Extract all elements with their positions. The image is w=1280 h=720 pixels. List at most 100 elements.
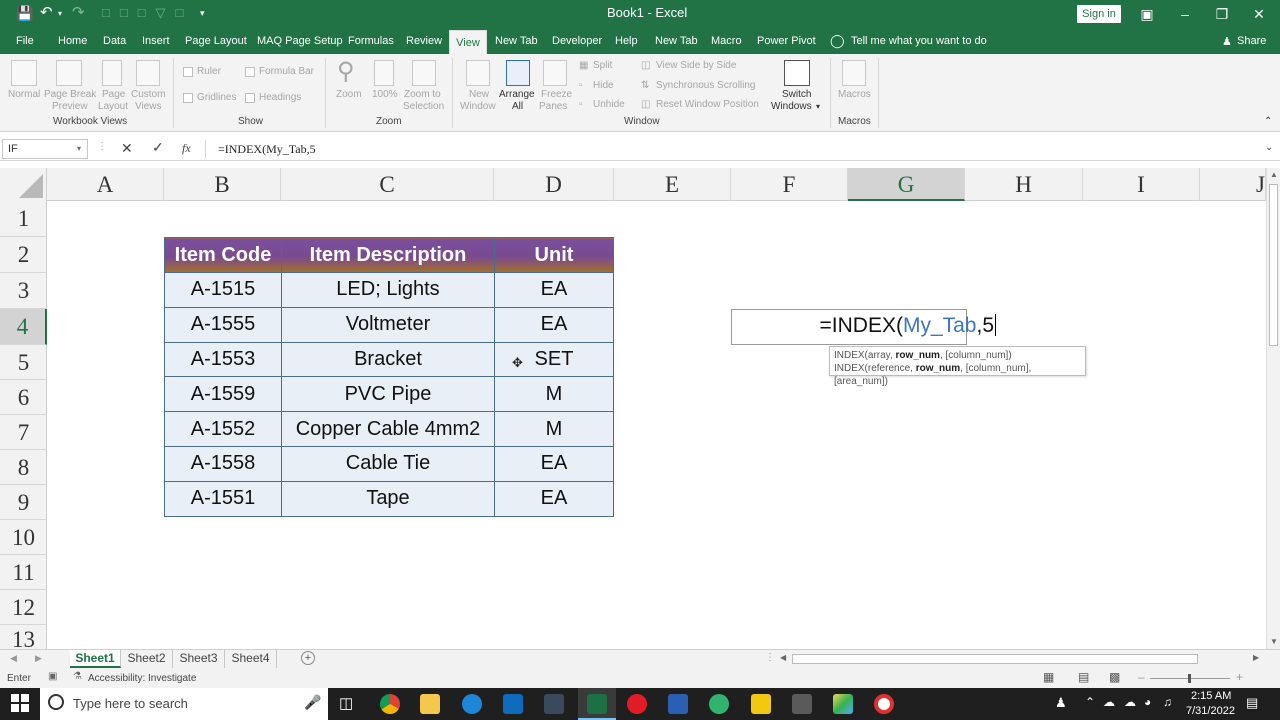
sheet-tab-1[interactable]: Sheet1 xyxy=(70,650,121,668)
page-break-view-icon[interactable]: ▩ xyxy=(1109,670,1120,684)
unit-cell[interactable]: EA xyxy=(494,480,614,517)
item-description-cell[interactable]: PVC Pipe xyxy=(281,376,495,413)
row-header[interactable]: 5 xyxy=(0,345,47,380)
column-header[interactable]: H xyxy=(965,168,1083,201)
tooltip-current-arg[interactable]: row_num xyxy=(916,363,960,374)
app-icon[interactable] xyxy=(544,694,564,714)
horizontal-scroll-thumb[interactable] xyxy=(792,654,1198,664)
opera-icon[interactable] xyxy=(627,694,647,714)
row-header[interactable]: 10 xyxy=(0,520,47,555)
item-description-cell[interactable]: LED; Lights xyxy=(281,272,495,308)
column-header[interactable]: D xyxy=(494,168,614,201)
clock-time[interactable]: 2:15 AM xyxy=(1191,690,1231,702)
unit-cell[interactable]: M xyxy=(494,411,614,447)
row-header[interactable]: 1 xyxy=(0,201,47,237)
tab-data[interactable]: Data xyxy=(103,35,126,47)
microphone-icon[interactable]: 🎤 xyxy=(304,694,321,711)
gridlines-checkbox[interactable] xyxy=(183,93,193,103)
item-code-cell[interactable]: A-1553 xyxy=(164,341,282,378)
app-icon[interactable] xyxy=(709,694,729,714)
tab-page-layout[interactable]: Page Layout xyxy=(185,35,247,47)
hide-button[interactable]: Hide xyxy=(593,80,614,91)
tab-file[interactable]: File xyxy=(16,35,34,47)
split-button[interactable]: Split xyxy=(593,60,612,71)
item-code-cell[interactable]: A-1551 xyxy=(164,480,282,517)
accessibility-status[interactable]: Accessibility: Investigate xyxy=(88,673,196,684)
view-side-by-side-button[interactable]: View Side by Side xyxy=(656,60,736,71)
freeze-panes-button[interactable]: Freeze xyxy=(541,89,572,101)
row-header[interactable]: 6 xyxy=(0,380,47,415)
word-icon[interactable] xyxy=(668,694,688,714)
volume-icon[interactable]: ♫ xyxy=(1163,695,1172,709)
row-header[interactable]: 3 xyxy=(0,273,47,309)
zoom-selection-button[interactable]: Zoom to xyxy=(404,89,441,101)
row-header[interactable]: 8 xyxy=(0,450,47,485)
synchronous-scrolling-button[interactable]: Synchronous Scrolling xyxy=(656,80,756,91)
ribbon-display-icon[interactable]: ▣ xyxy=(1137,4,1157,24)
zoom-slider-thumb[interactable] xyxy=(1188,674,1191,683)
tab-macro[interactable]: Macro xyxy=(711,35,742,47)
item-description-cell[interactable]: Voltmeter xyxy=(281,306,495,343)
collapse-ribbon-icon[interactable]: ⌃ xyxy=(1264,116,1272,128)
windows-start-icon[interactable] xyxy=(11,694,29,712)
column-header[interactable]: I xyxy=(1083,168,1200,201)
unhide-button[interactable]: Unhide xyxy=(593,99,625,110)
app-icon[interactable] xyxy=(792,694,812,714)
tell-me-input[interactable]: Tell me what you want to do xyxy=(851,35,987,47)
row-header[interactable]: 11 xyxy=(0,555,47,590)
scroll-right-icon[interactable]: ▶ xyxy=(1253,653,1259,662)
headings-checkbox[interactable] xyxy=(245,93,255,103)
row-header[interactable]: 13 xyxy=(0,625,47,649)
tab-new-tab[interactable]: New Tab xyxy=(495,35,538,47)
tab-help[interactable]: Help xyxy=(615,35,638,47)
header-item-description[interactable]: Item Description xyxy=(281,237,495,273)
excel-taskbar-button[interactable] xyxy=(578,688,616,720)
tab-formulas[interactable]: Formulas xyxy=(348,35,394,47)
macros-button[interactable]: Macros xyxy=(838,89,871,101)
taskbar-search[interactable]: Type here to search 🎤 xyxy=(40,688,328,720)
wifi-icon[interactable]: ◕ xyxy=(1144,695,1151,709)
onedrive-icon[interactable]: ☁ xyxy=(1103,695,1115,709)
tab-developer[interactable]: Developer xyxy=(552,35,602,47)
cancel-icon[interactable]: ✕ xyxy=(121,140,133,157)
tab-maq-page-setup[interactable]: MAQ Page Setup xyxy=(257,35,343,47)
active-cell-editor[interactable]: =INDEX(My_Tab,5 xyxy=(731,309,996,345)
arrange-all-button[interactable]: Arrange xyxy=(499,89,535,101)
custom-views-button[interactable]: Custom xyxy=(131,89,165,101)
screen-recorder-icon[interactable] xyxy=(874,694,894,714)
vertical-scrollbar[interactable]: ▲ ▼ xyxy=(1266,168,1280,649)
tab-power-pivot[interactable]: Power Pivot xyxy=(757,35,816,47)
tab-split-handle-icon[interactable]: ⋮ xyxy=(765,652,775,663)
zoom-button[interactable]: Zoom xyxy=(336,89,362,101)
next-sheet-icon[interactable]: ▶ xyxy=(35,653,42,664)
chrome-icon[interactable] xyxy=(380,694,400,714)
item-description-cell[interactable]: Bracket xyxy=(281,341,495,378)
network-icon[interactable]: ☁ xyxy=(1124,695,1136,709)
tab-review[interactable]: Review xyxy=(406,35,442,47)
app-icon[interactable] xyxy=(833,694,853,714)
minimize-icon[interactable]: – xyxy=(1175,4,1195,24)
tab-new-tab-2[interactable]: New Tab xyxy=(655,35,698,47)
row-header[interactable]: 12 xyxy=(0,590,47,625)
zoom-out-icon[interactable]: – xyxy=(1138,670,1145,684)
page-layout-button[interactable]: Page xyxy=(102,89,125,101)
tooltip-text[interactable]: INDEX(reference, xyxy=(834,363,916,374)
unit-cell[interactable]: M xyxy=(494,376,614,413)
horizontal-scrollbar[interactable]: ◀ ▶ xyxy=(778,653,1264,665)
normal-view-icon[interactable]: ▦ xyxy=(1043,670,1054,684)
item-description-cell[interactable]: Tape xyxy=(281,480,495,517)
people-icon[interactable]: ♟ xyxy=(1055,695,1067,711)
column-header[interactable]: C xyxy=(281,168,494,201)
tooltip-text[interactable]: INDEX(array, xyxy=(834,350,896,361)
clock-date[interactable]: 7/31/2022 xyxy=(1186,705,1235,717)
item-code-cell[interactable]: A-1559 xyxy=(164,376,282,413)
zoom-100-button[interactable]: 100% xyxy=(372,89,398,101)
row-header[interactable]: 2 xyxy=(0,237,47,273)
column-header[interactable]: A xyxy=(47,168,164,201)
close-icon[interactable]: ✕ xyxy=(1249,4,1269,24)
zoom-in-icon[interactable]: + xyxy=(1236,670,1243,684)
undo-icon[interactable]: ↶ xyxy=(40,3,53,21)
scroll-up-icon[interactable]: ▲ xyxy=(1270,170,1278,179)
name-box-dropdown-icon[interactable]: ▾ xyxy=(77,144,81,153)
unit-cell[interactable]: EA xyxy=(494,445,614,482)
